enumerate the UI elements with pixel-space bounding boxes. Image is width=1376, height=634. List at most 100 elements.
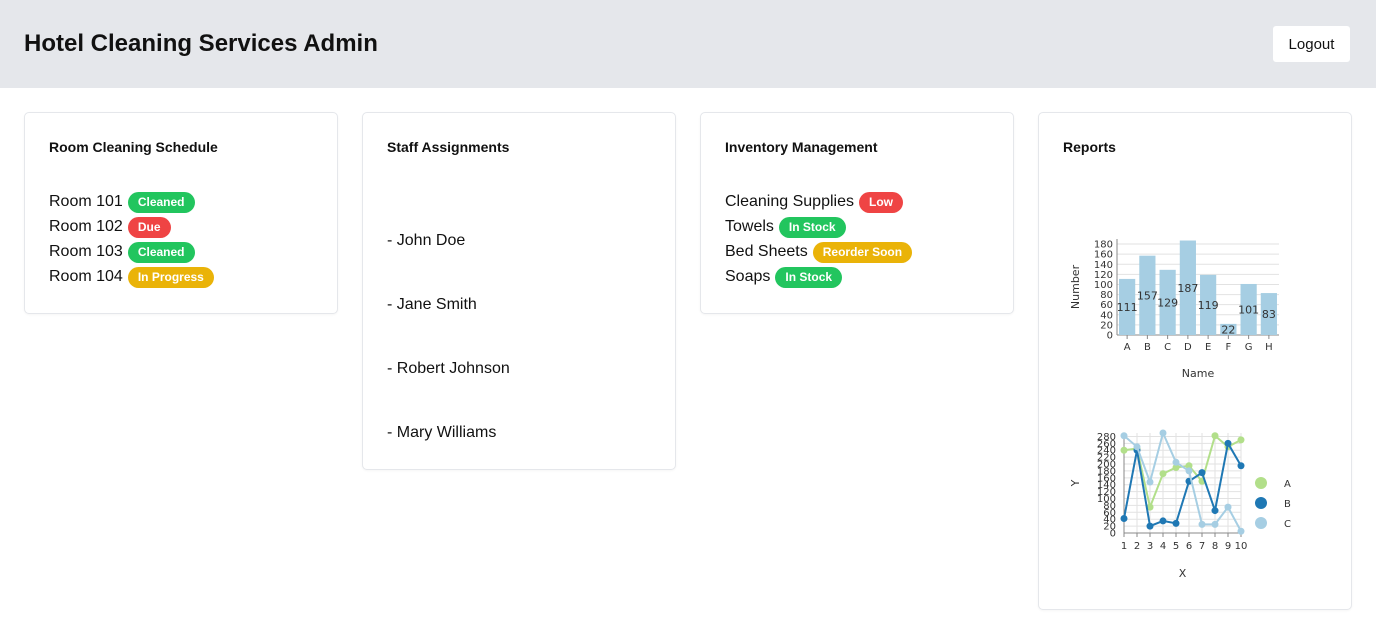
data-point [1237, 436, 1245, 444]
data-point [1133, 443, 1141, 451]
staff-member: - Mary Williams [387, 424, 497, 441]
y-axis-title: Y [1069, 479, 1082, 487]
x-tick-label: 3 [1147, 541, 1153, 552]
bar-chart: 020406080100120140160180 A 111 B 157 C 129 D 187… [1069, 239, 1279, 380]
x-axis-title: X [1179, 567, 1187, 580]
data-label: 111 [1117, 301, 1138, 314]
x-tick-label: 4 [1160, 541, 1166, 552]
data-label: 129 [1157, 296, 1178, 309]
data-point [1198, 520, 1206, 528]
inventory-row: Bed Sheets Reorder Soon [725, 241, 913, 263]
inventory-row: Towels In Stock [725, 216, 846, 238]
line-grid [1123, 433, 1242, 534]
data-point [1211, 520, 1219, 528]
staff-card: Staff Assignments - John Doe - Jane Smit… [362, 112, 676, 470]
y-tick-label: 160 [1094, 250, 1113, 261]
data-point [1224, 439, 1232, 447]
data-point [1159, 517, 1167, 525]
y-axis-title: Number [1069, 264, 1082, 309]
staff-member: - John Doe [387, 232, 466, 249]
room-row: Room 103 Cleaned [49, 241, 195, 263]
data-label: 119 [1198, 299, 1219, 312]
data-point [1198, 469, 1206, 477]
card-title: Reports [1063, 139, 1116, 155]
data-point [1120, 432, 1128, 440]
data-point [1185, 467, 1193, 475]
y-tick-label: 120 [1094, 270, 1113, 281]
data-point [1120, 515, 1128, 523]
y-tick-label: 0 [1107, 331, 1113, 342]
x-tick-label: D [1184, 342, 1192, 353]
data-label: 22 [1221, 323, 1235, 336]
card-title: Staff Assignments [387, 139, 510, 155]
data-point [1172, 458, 1180, 466]
y-tick-label: 80 [1100, 290, 1113, 301]
data-point [1224, 503, 1232, 511]
item-name: Soaps [725, 268, 771, 285]
inventory-row: Cleaning Supplies Low [725, 191, 903, 213]
data-point [1237, 527, 1245, 535]
x-tick-label: 9 [1225, 541, 1231, 552]
staff-member: - Jane Smith [387, 296, 477, 313]
x-tick-label: F [1225, 342, 1231, 353]
legend-label: B [1284, 499, 1291, 510]
y-tick-label: 140 [1094, 260, 1113, 271]
data-point [1211, 507, 1219, 515]
x-tick-label: 5 [1173, 541, 1179, 552]
status-badge: In Stock [775, 266, 843, 288]
room-row: Room 102 Due [49, 216, 171, 238]
x-tick-label: 1 [1121, 541, 1127, 552]
reports-card: Reports 0 20 40 60 80 100 120 140 160 180 A 111 B 157… [1038, 112, 1352, 610]
y-tick-label: 100 [1094, 280, 1113, 291]
data-point [1211, 432, 1219, 440]
legend-marker [1255, 497, 1267, 509]
data-label: 187 [1177, 282, 1198, 295]
data-label: 101 [1238, 303, 1259, 316]
x-tick-label: G [1245, 342, 1253, 353]
app-title: Hotel Cleaning Services Admin [24, 30, 378, 57]
card-title: Inventory Management [725, 139, 878, 155]
status-badge: In Stock [778, 216, 846, 238]
room-schedule-card: Room Cleaning Schedule Room 101 Cleaned … [24, 112, 338, 314]
x-tick-label: 8 [1212, 541, 1218, 552]
x-tick-label: 6 [1186, 541, 1192, 552]
data-point [1146, 478, 1154, 486]
y-tick-label: 180 [1094, 240, 1113, 251]
room-row: Room 101 Cleaned [49, 191, 195, 213]
status-badge: Cleaned [127, 191, 195, 213]
inventory-card: Inventory Management Cleaning Supplies L… [700, 112, 1014, 314]
x-tick-label: 7 [1199, 541, 1205, 552]
y-tick-label: 60 [1100, 300, 1113, 311]
y-tick-label: 280 [1097, 432, 1116, 443]
top-bar: Hotel Cleaning Services Admin Logout [0, 0, 1376, 88]
y-tick-label: 20 [1100, 320, 1113, 331]
data-point [1159, 470, 1167, 478]
data-point [1237, 462, 1245, 470]
x-axis-title: Name [1182, 367, 1215, 380]
data-point [1172, 519, 1180, 527]
data-label: 157 [1137, 289, 1158, 302]
item-name: Cleaning Supplies [725, 193, 854, 210]
x-tick-label: 2 [1134, 541, 1140, 552]
item-name: Towels [725, 218, 774, 235]
x-tick-label: H [1265, 342, 1273, 353]
item-name: Bed Sheets [725, 243, 808, 260]
data-point [1146, 522, 1154, 530]
inventory-row: Soaps In Stock [725, 266, 843, 288]
data-point [1120, 446, 1128, 454]
x-tick-label: B [1144, 342, 1151, 353]
status-badge: Cleaned [127, 241, 195, 263]
legend-label: C [1284, 519, 1291, 530]
room-name: Room 102 [49, 218, 123, 235]
line-chart: 0204060801001201401601802002202402602801… [1069, 429, 1291, 580]
room-row: Room 104 In Progress [49, 266, 214, 288]
status-badge: In Progress [127, 266, 214, 288]
card-title: Room Cleaning Schedule [49, 139, 218, 155]
y-tick-label: 40 [1100, 310, 1113, 321]
data-point [1159, 429, 1167, 437]
x-tick-label: C [1164, 342, 1171, 353]
logout-button[interactable]: Logout [1272, 25, 1351, 63]
room-name: Room 103 [49, 243, 123, 260]
x-tick-label: E [1205, 342, 1211, 353]
data-label: 83 [1262, 308, 1276, 321]
